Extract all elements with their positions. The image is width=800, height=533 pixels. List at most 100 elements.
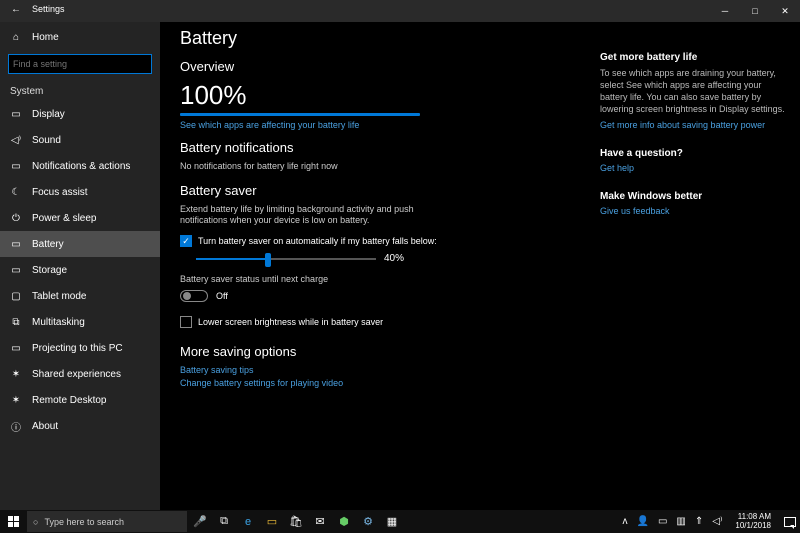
sidebar-item-multitasking[interactable]: ⧉Multitasking [0,309,160,335]
action-center-icon[interactable] [784,517,796,527]
search-input[interactable] [8,54,152,74]
power-icon: ⏻ [10,213,22,224]
sidebar: ⌂ Home System ▭Display ◁⁾Sound ▭Notifica… [0,22,160,510]
sidebar-item-battery[interactable]: ▭Battery [0,231,160,257]
tray-up-icon[interactable]: ʌ [623,516,628,527]
settings-window: ← Settings ─ □ ✕ ⌂ Home System ▭Display … [0,0,800,510]
cortana-mic-icon[interactable]: 🎤 [188,510,212,533]
battery-percent: 100% [180,80,590,111]
maximize-button[interactable]: □ [740,0,770,22]
right-more-text: To see which apps are draining your batt… [600,67,786,116]
saver-toggle-row[interactable]: Off [180,290,590,302]
close-button[interactable]: ✕ [770,0,800,22]
tray-network-icon[interactable]: ▭ [658,516,667,527]
app-icon-1[interactable]: ⬢ [332,510,356,533]
sidebar-item-notifications[interactable]: ▭Notifications & actions [0,153,160,179]
window-title: Settings [32,0,65,14]
threshold-slider[interactable]: 40% [196,253,590,264]
sidebar-item-focus[interactable]: ☾Focus assist [0,179,160,205]
right-better-title: Make Windows better [600,191,786,202]
toggle-knob [183,292,191,300]
edge-icon[interactable]: e [236,510,260,533]
tablet-icon: ▢ [10,291,22,302]
tray-wifi-icon[interactable]: ⇑ [695,516,703,527]
right-column: Get more battery life To see which apps … [590,22,800,510]
sidebar-item-projecting[interactable]: ▭Projecting to this PC [0,335,160,361]
store-icon[interactable]: 🛍 [284,510,308,533]
overview-heading: Overview [180,59,590,74]
right-question-title: Have a question? [600,148,786,159]
lower-brightness-checkbox-row[interactable]: Lower screen brightness while in battery… [180,316,590,328]
project-icon: ▭ [10,343,22,354]
system-tray: ʌ 👤 ▭ ▥ ⇑ ◁⁾ 11:08 AM 10/1/2018 [623,513,800,530]
main-area: Battery Overview 100% See which apps are… [160,22,800,510]
taskbar-search-placeholder: Type here to search [44,517,124,527]
tips-link[interactable]: Battery saving tips [180,365,590,375]
slider-thumb[interactable] [265,253,271,267]
affecting-apps-link[interactable]: See which apps are affecting your batter… [180,120,590,130]
minimize-button[interactable]: ─ [710,0,740,22]
slider-track[interactable] [196,258,376,260]
slider-value: 40% [384,253,404,264]
feedback-link[interactable]: Give us feedback [600,206,786,216]
sidebar-item-remote[interactable]: ✶Remote Desktop [0,387,160,413]
toggle-off[interactable] [180,290,208,302]
multi-icon: ⧉ [10,317,22,328]
sidebar-item-about[interactable]: ⓘAbout [0,413,160,439]
battery-icon: ▭ [10,239,22,250]
sidebar-search[interactable] [8,54,152,74]
page-title: Battery [180,28,590,49]
saver-heading: Battery saver [180,183,590,198]
start-button[interactable] [0,510,26,533]
auto-saver-checkbox-row[interactable]: ✓ Turn battery saver on automatically if… [180,235,590,247]
titlebar: ← Settings ─ □ ✕ [0,0,800,22]
taskbar-clock[interactable]: 11:08 AM 10/1/2018 [731,513,775,530]
right-more-title: Get more battery life [600,52,786,63]
explorer-icon[interactable]: ▭ [260,510,284,533]
right-more-link[interactable]: Get more info about saving battery power [600,120,786,130]
task-view-button[interactable]: ⧉ [212,510,236,533]
taskbar-search[interactable]: ○ Type here to search [27,511,187,532]
sidebar-item-tablet[interactable]: ▢Tablet mode [0,283,160,309]
status-label: Battery saver status until next charge [180,274,460,286]
notif-icon: ▭ [10,161,22,172]
cortana-icon: ○ [33,517,38,527]
taskbar: ○ Type here to search 🎤 ⧉ e ▭ 🛍 ✉ ⬢ ⚙ ▦ … [0,510,800,533]
sound-icon: ◁⁾ [10,135,22,146]
lower-brightness-label: Lower screen brightness while in battery… [198,317,383,327]
content: Battery Overview 100% See which apps are… [160,22,590,510]
video-settings-link[interactable]: Change battery settings for playing vide… [180,378,590,388]
app-icon-2[interactable]: ▦ [380,510,404,533]
display-icon: ▭ [10,109,22,120]
notifications-text: No notifications for battery life right … [180,161,460,173]
checkbox-unchecked-icon [180,316,192,328]
auto-saver-label: Turn battery saver on automatically if m… [198,236,437,246]
remote-icon: ✶ [10,395,22,406]
notifications-heading: Battery notifications [180,140,590,155]
more-options-heading: More saving options [180,344,590,359]
sidebar-item-display[interactable]: ▭Display [0,101,160,127]
sidebar-item-sound[interactable]: ◁⁾Sound [0,127,160,153]
settings-taskbar-icon[interactable]: ⚙ [356,510,380,533]
about-icon: ⓘ [10,419,22,434]
sidebar-item-shared[interactable]: ✶Shared experiences [0,361,160,387]
sidebar-group-label: System [0,82,160,101]
tray-people-icon[interactable]: 👤 [637,516,649,527]
focus-icon: ☾ [10,187,22,198]
windows-logo-icon [8,516,19,527]
get-help-link[interactable]: Get help [600,163,786,173]
sidebar-home[interactable]: ⌂ Home [0,24,160,50]
slider-fill [196,258,268,260]
storage-icon: ▭ [10,265,22,276]
tray-volume-icon[interactable]: ◁⁾ [712,516,722,527]
tray-battery-icon[interactable]: ▥ [676,516,685,527]
checkbox-checked-icon: ✓ [180,235,192,247]
sidebar-item-power[interactable]: ⏻Power & sleep [0,205,160,231]
shared-icon: ✶ [10,369,22,380]
clock-date: 10/1/2018 [735,522,771,530]
sidebar-item-storage[interactable]: ▭Storage [0,257,160,283]
toggle-state-label: Off [216,291,228,301]
back-button[interactable]: ← [0,0,32,15]
mail-icon[interactable]: ✉ [308,510,332,533]
battery-bar [180,113,420,116]
